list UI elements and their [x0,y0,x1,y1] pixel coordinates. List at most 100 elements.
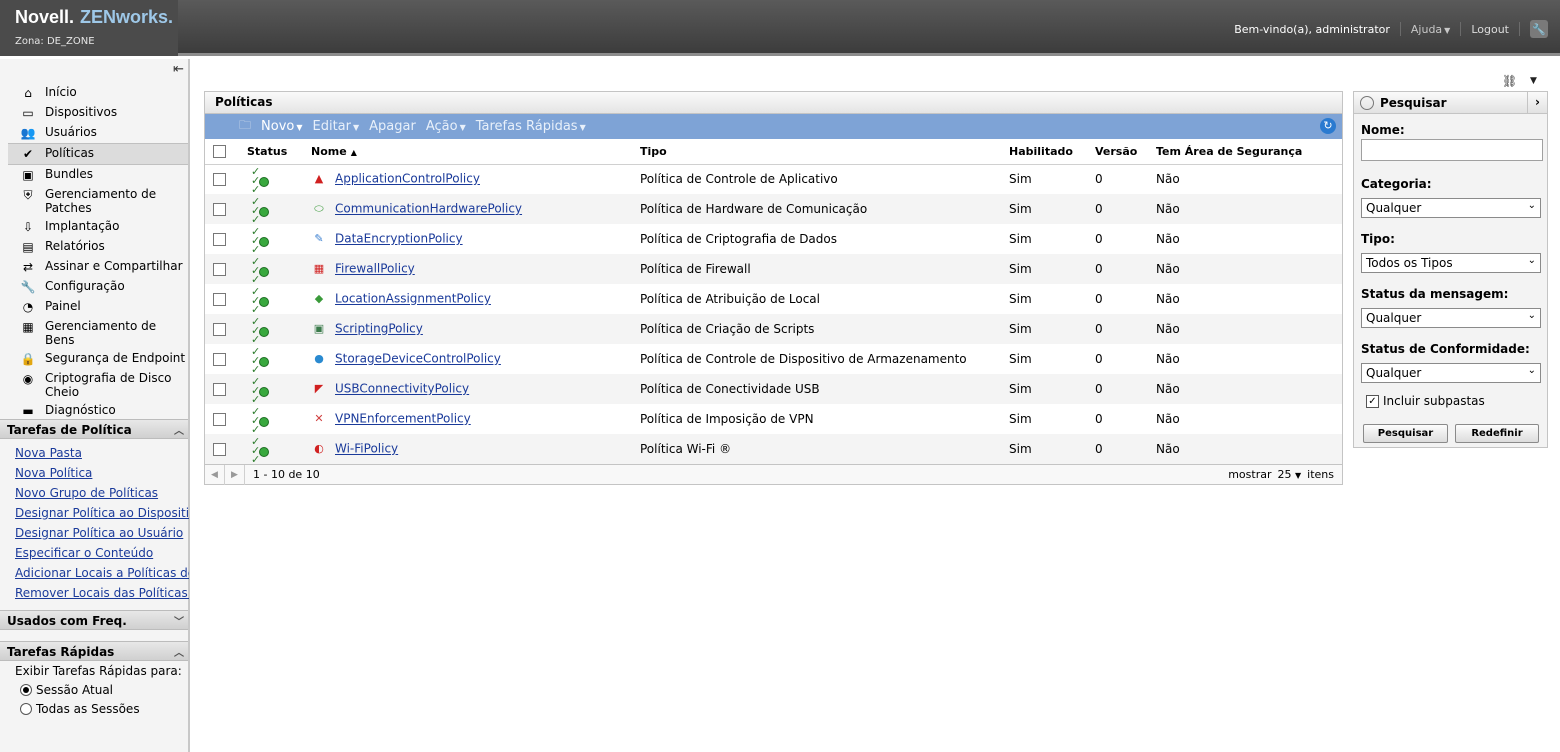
chevron-up-icon[interactable]: ︿ [174,422,184,437]
select-all-checkbox[interactable] [213,145,226,158]
sidebar-item[interactable]: ✔ Políticas [8,143,188,165]
sidebar-item[interactable]: 🔧 Configuração [0,277,188,297]
policy-link[interactable]: USBConnectivityPolicy [335,382,469,396]
type-cell: Política de Criptografia de Dados [640,232,837,246]
usb-icon: ◤ [314,382,324,395]
quick-tasks-menu[interactable]: Tarefas Rápidas ▼ [476,119,586,134]
sidebar-item[interactable]: ▭ Dispositivos [0,103,188,123]
chevron-down-icon[interactable]: ﹀ [174,613,184,628]
column-header-enabled[interactable]: Habilitado [1009,139,1095,165]
row-checkbox[interactable] [213,263,226,276]
table-row[interactable]: ✓ ✓ ✓ ✕ VPNEnforcementPolicy Política de Impo… [205,404,1342,435]
table-row[interactable]: ✓ ✓ ✓ ▦ FirewallPolicy Política de Firewall Si… [205,254,1342,285]
name-input[interactable] [1361,139,1543,161]
new-menu[interactable]: Novo ▼ [261,119,302,134]
table-row[interactable]: ✓ ✓ ✓ ▲ ApplicationControlPolicy Política de … [205,164,1342,195]
policy-task-link[interactable]: Nova Política [15,463,189,483]
row-checkbox[interactable] [213,413,226,426]
radio-button[interactable] [20,684,32,696]
delete-button[interactable]: Apagar [369,119,416,134]
chevron-right-icon[interactable]: › [1527,92,1547,113]
frequently-used-header[interactable]: Usados com Freq. ﹀ [0,610,188,630]
sidebar-item[interactable]: ▣ Bundles [0,165,188,185]
policy-task-link[interactable]: Designar Política ao Usuário [15,523,189,543]
policy-link[interactable]: ApplicationControlPolicy [335,172,480,186]
column-header-type[interactable]: Tipo [640,139,1009,165]
search-button[interactable]: Pesquisar [1363,424,1448,443]
row-checkbox[interactable] [213,173,226,187]
chevron-down-icon[interactable]: ▼ [1530,76,1537,86]
radio-current-session[interactable]: Sessão Atual [20,683,182,697]
policy-task-link[interactable]: Especificar o Conteúdo [15,543,189,563]
edit-menu[interactable]: Editar ▼ [313,119,360,134]
row-checkbox[interactable] [213,233,226,246]
sidebar-item[interactable]: ▦ Gerenciamento de Bens [0,317,188,349]
policy-link[interactable]: ScriptingPolicy [335,322,423,336]
sidebar-item[interactable]: ⇄ Assinar e Compartilhar [0,257,188,277]
link-icon[interactable]: ⛓ [1502,74,1517,88]
refresh-icon[interactable]: ↻ [1320,118,1336,134]
policy-link[interactable]: VPNEnforcementPolicy [335,412,471,426]
row-checkbox[interactable] [213,353,226,366]
sidebar-item[interactable]: ◉ Criptografia de Disco Cheio [0,369,188,401]
policy-task-link[interactable]: Designar Política ao Dispositivo [15,503,189,523]
sidebar-item[interactable]: ▤ Relatórios [0,237,188,257]
compliance-status-select[interactable]: Qualquer ⌄ [1361,363,1541,383]
column-header-status[interactable]: Status [247,139,311,165]
collapse-nav-icon[interactable]: ⇤ [173,62,184,77]
quick-tasks-header[interactable]: Tarefas Rápidas ︿ [0,641,188,661]
table-row[interactable]: ✓ ✓ ✓ ● StorageDeviceControlPolicy Política d… [205,344,1342,375]
radio-button[interactable] [20,703,32,715]
policy-link[interactable]: CommunicationHardwarePolicy [335,202,522,216]
table-row[interactable]: ✓ ✓ ✓ ✎ DataEncryptionPolicy Política de Crip… [205,224,1342,255]
include-subfolders-checkbox[interactable]: ✓ [1366,394,1379,408]
logout-link[interactable]: Logout [1471,23,1509,36]
policy-task-link[interactable]: Novo Grupo de Políticas [15,483,189,503]
policy-link[interactable]: Wi-FiPolicy [335,442,398,456]
page-size-select[interactable]: 25 ▼ [1278,468,1302,481]
pager-range: 1 - 10 de 10 [253,468,320,481]
column-header-sandbox[interactable]: Tem Área de Segurança [1156,139,1342,165]
help-menu[interactable]: Ajuda ▼ [1411,23,1450,36]
category-select[interactable]: Qualquer ⌄ [1361,198,1541,218]
policy-link[interactable]: LocationAssignmentPolicy [335,292,491,306]
zenworks-logo: ZENworks. [80,7,174,27]
action-menu[interactable]: Ação ▼ [426,119,466,134]
sidebar-item[interactable]: ▬ Diagnóstico [0,401,188,421]
column-header-name[interactable]: Nome ▲ [311,139,640,165]
type-select[interactable]: Todos os Tipos ⌄ [1361,253,1541,273]
reset-button[interactable]: Redefinir [1455,424,1539,443]
policy-task-link[interactable]: Adicionar Locais a Políticas de [15,563,189,583]
table-row[interactable]: ✓ ✓ ✓ ▣ ScriptingPolicy Política de Criação d… [205,314,1342,345]
tools-button[interactable]: 🔧 [1530,20,1548,38]
sidebar-item[interactable]: 🔒 Segurança de Endpoint [0,349,188,369]
policy-link[interactable]: FirewallPolicy [335,262,415,276]
policy-task-link[interactable]: Nova Pasta [15,443,189,463]
policy-link[interactable]: DataEncryptionPolicy [335,232,463,246]
sidebar-item[interactable]: ⛨ Gerenciamento de Patches [0,185,188,217]
sidebar-item[interactable]: ⌂ Início [0,83,188,103]
table-row[interactable]: ✓ ✓ ✓ ◤ USBConnectivityPolicy Política de Con… [205,374,1342,405]
policy-tasks-header[interactable]: Tarefas de Política ︿ [0,419,188,439]
next-page-icon[interactable]: ▶ [225,464,245,485]
row-checkbox[interactable] [213,443,226,456]
radio-all-sessions[interactable]: Todas as Sessões [20,702,182,716]
policy-task-link[interactable]: Remover Locais das Políticas de [15,583,189,603]
row-checkbox[interactable] [213,293,226,306]
column-header-version[interactable]: Versão [1095,139,1156,165]
prev-page-icon[interactable]: ◀ [205,464,225,485]
row-checkbox[interactable] [213,383,226,396]
chevron-up-icon[interactable]: ︿ [174,644,184,659]
select-all-header[interactable] [205,139,247,165]
message-status-select[interactable]: Qualquer ⌄ [1361,308,1541,328]
table-row[interactable]: ✓ ✓ ✓ ⬭ CommunicationHardwarePolicy Política … [205,194,1342,225]
table-row[interactable]: ✓ ✓ ✓ ◐ Wi-FiPolicy Política Wi-Fi ® Sim 0 Não [205,434,1342,465]
policy-link[interactable]: StorageDeviceControlPolicy [335,352,501,366]
row-checkbox[interactable] [213,323,226,336]
row-checkbox[interactable] [213,203,226,216]
sidebar-item[interactable]: 👥 Usuários [0,123,188,143]
sidebar-item[interactable]: ⇩ Implantação [0,217,188,237]
sidebar-item[interactable]: ◔ Painel [0,297,188,317]
include-subfolders[interactable]: ✓ Incluir subpastas [1366,394,1485,408]
table-row[interactable]: ✓ ✓ ✓ ◆ LocationAssignmentPolicy Política de … [205,284,1342,315]
